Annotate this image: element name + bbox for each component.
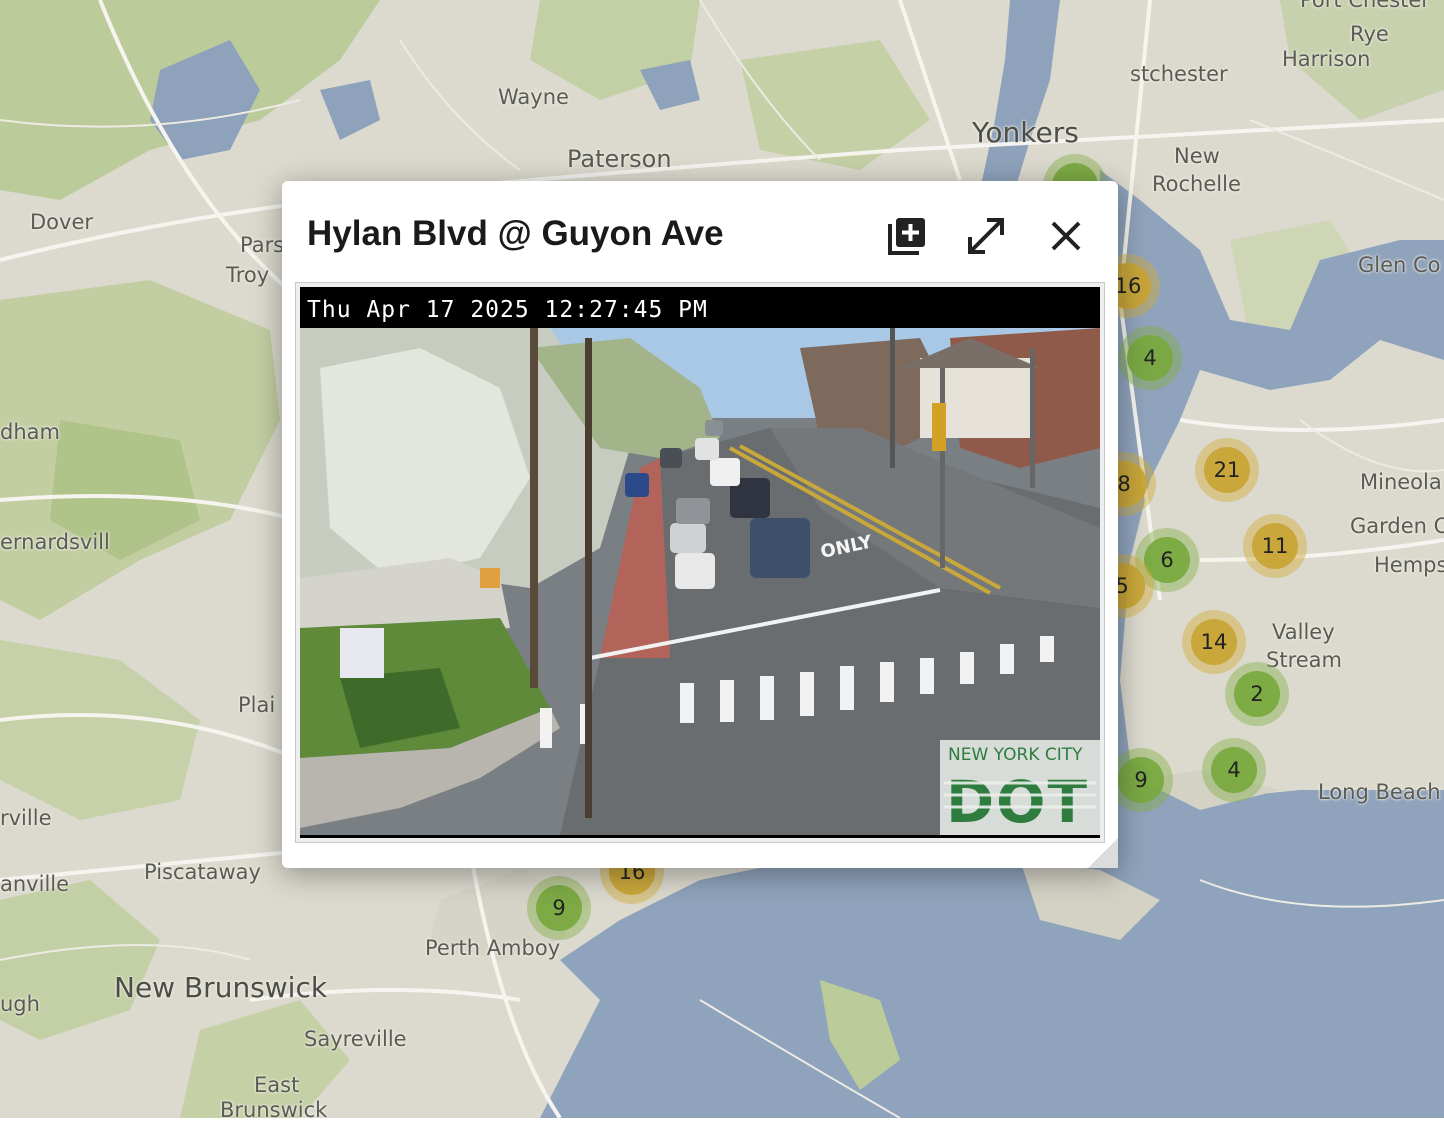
- place-label-westchester: stchester: [1130, 62, 1228, 86]
- camera-timestamp: Thu Apr 17 2025 12:27:45 PM: [307, 297, 708, 323]
- camera-cluster[interactable]: 14: [1182, 610, 1246, 674]
- camera-cluster[interactable]: 2: [1225, 662, 1289, 726]
- camera-image[interactable]: Thu Apr 17 2025 12:27:45 PM ONLY NEW YOR…: [300, 287, 1100, 838]
- place-label-bernardsville: ernardsvill: [0, 530, 110, 554]
- place-label-glencove: Glen Co: [1358, 253, 1441, 277]
- place-label-danville: anville: [0, 872, 70, 896]
- place-label-paterson: Paterson: [567, 145, 672, 173]
- resize-handle[interactable]: [1088, 838, 1118, 868]
- svg-text:DOT: DOT: [946, 768, 1089, 835]
- add-to-collection-button[interactable]: [882, 211, 932, 261]
- place-label-yonkers: Yonkers: [972, 116, 1079, 149]
- camera-cluster[interactable]: 4: [1202, 738, 1266, 802]
- place-label-harrison: Harrison: [1282, 47, 1371, 71]
- place-label-new: New: [1174, 144, 1220, 168]
- place-label-ugh: ugh: [0, 992, 40, 1016]
- place-label-gardencity: Garden C: [1350, 514, 1444, 538]
- camera-image-frame: Thu Apr 17 2025 12:27:45 PM ONLY NEW YOR…: [295, 282, 1105, 843]
- place-label-longbeach: Long Beach: [1318, 780, 1441, 804]
- place-label-mineola: Mineola: [1360, 470, 1442, 494]
- place-label-newbrunswick: New Brunswick: [114, 971, 328, 1004]
- nyc-dot-logo: NEW YORK CITY DOT: [940, 740, 1100, 835]
- camera-cluster[interactable]: 9: [1109, 748, 1173, 812]
- place-label-wayne: Wayne: [498, 85, 569, 109]
- camera-cluster[interactable]: 9: [527, 876, 591, 940]
- popup-title: Hylan Blvd @ Guyon Ave: [307, 214, 724, 253]
- place-label-sayreville: Sayreville: [304, 1027, 407, 1051]
- camera-popup: Hylan Blvd @ Guyon Ave Thu Apr 17 2025 1…: [282, 181, 1118, 868]
- place-label-east: East: [254, 1073, 300, 1097]
- place-label-hempstead: Hemps: [1374, 553, 1444, 577]
- place-label-valley: Valley: [1272, 620, 1335, 644]
- camera-cluster[interactable]: 4: [1118, 326, 1182, 390]
- place-label-rville: rville: [0, 806, 52, 830]
- place-label-rye: Rye: [1350, 22, 1389, 46]
- camera-cluster[interactable]: 21: [1195, 438, 1259, 502]
- fullscreen-button[interactable]: [961, 211, 1011, 261]
- place-label-perthamboy: Perth Amboy: [425, 936, 561, 960]
- place-label-troy: Troy: [226, 263, 270, 287]
- close-icon: [1051, 221, 1081, 251]
- camera-cluster[interactable]: 11: [1243, 514, 1307, 578]
- expand-icon: [968, 218, 1004, 254]
- place-label-dover: Dover: [30, 210, 93, 234]
- library-add-icon: [888, 218, 925, 255]
- place-label-portchester: Port Chester: [1300, 0, 1430, 12]
- svg-text:NEW YORK CITY: NEW YORK CITY: [948, 745, 1083, 765]
- place-label-rochelle: Rochelle: [1152, 172, 1241, 196]
- place-label-piscataway: Piscataway: [144, 860, 261, 884]
- close-button[interactable]: [1041, 211, 1091, 261]
- place-label-eastbrunswick: Brunswick: [220, 1098, 328, 1122]
- traffic-camera-scene: ONLY NEW YORK CITY DOT: [300, 328, 1100, 835]
- place-label-dham: dham: [0, 420, 60, 444]
- place-label-plainfield: Plai: [238, 693, 276, 717]
